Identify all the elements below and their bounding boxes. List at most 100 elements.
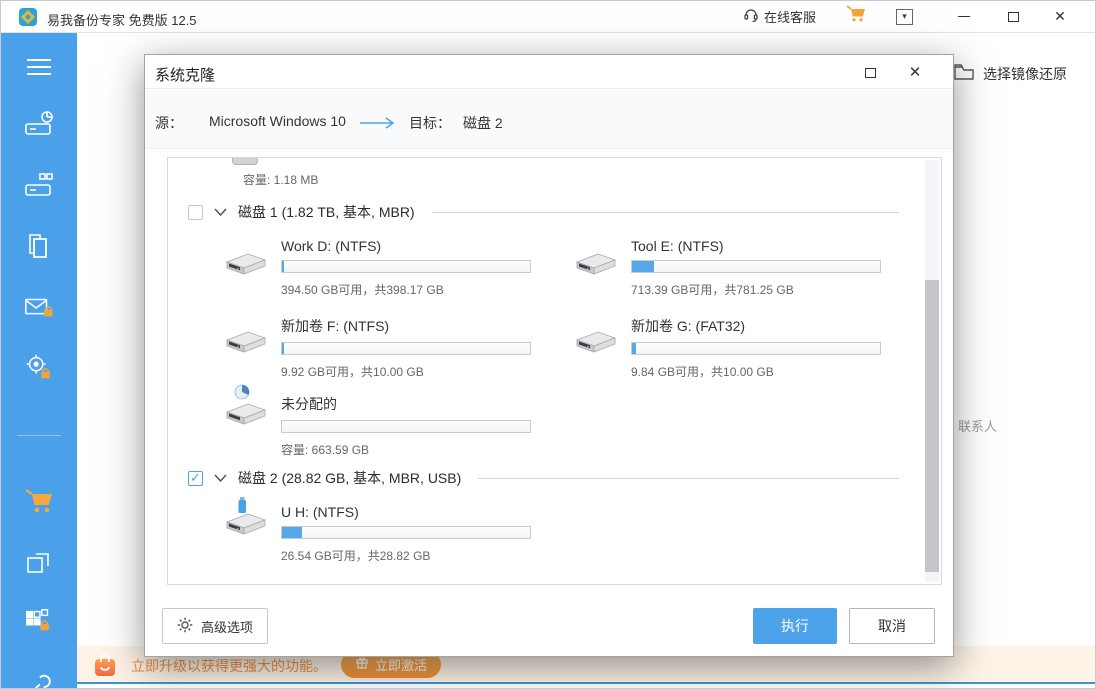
scrollbar-thumb[interactable] [925, 280, 939, 572]
volume-item: 新加卷 F: (NTFS) 9.92 GB可用，共10.00 GB [223, 316, 531, 380]
hard-drive-icon [573, 316, 619, 380]
target-label: 目标： [409, 113, 451, 133]
titlebar: 易我备份专家 免费版 12.5 在线客服 [1, 1, 1095, 33]
file-backup-icon[interactable] [23, 231, 55, 263]
disk-list: 容量: 1.18 MB ✓ 磁盘 1 (1.82 TB, 基本, MBR) [167, 157, 942, 585]
maximize-button[interactable] [998, 1, 1028, 32]
partial-volume-capacity: 容量: 1.18 MB [243, 171, 318, 188]
system-clone-dialog: 系统克隆 ✕ 源： Microsoft Windows 10 目标： 磁盘 2 … [144, 54, 954, 657]
contacts-label[interactable]: 联系人 [958, 416, 997, 435]
dialog-title: 系统克隆 [155, 64, 215, 85]
online-service-label: 在线客服 [764, 7, 816, 26]
tools-icon[interactable] [23, 671, 55, 689]
volume-item: Work D: (NTFS) 394.50 GB可用，共398.17 GB [223, 238, 531, 298]
volume-usage-bar [281, 260, 531, 273]
disk-backup-icon[interactable] [23, 170, 55, 202]
check-icon: ✓ [190, 470, 201, 486]
volume-info: 9.84 GB可用，共10.00 GB [631, 363, 881, 380]
close-icon: ✕ [1054, 8, 1066, 25]
folder-icon [953, 62, 975, 86]
disk-1-checkbox[interactable]: ✓ [188, 205, 203, 220]
minimize-icon [958, 16, 970, 17]
volume-usage-bar [631, 260, 881, 273]
select-image-restore-label: 选择镜像还原 [983, 64, 1067, 84]
close-icon: ✕ [909, 63, 922, 81]
disk-2-label: 磁盘 2 (28.82 GB, 基本, MBR, USB) [238, 468, 461, 488]
maximize-icon [1008, 12, 1019, 22]
unallocated-drive-icon [223, 384, 269, 458]
volume-usage-bar [631, 342, 881, 355]
chevron-down-icon[interactable] [214, 208, 227, 216]
volume-info: 9.92 GB可用，共10.00 GB [281, 363, 531, 380]
source-label: 源： [155, 113, 183, 133]
volume-info: 394.50 GB可用，共398.17 GB [281, 281, 531, 298]
maximize-icon [865, 68, 876, 78]
close-button[interactable]: ✕ [1045, 1, 1075, 32]
dialog-close-button[interactable]: ✕ [901, 61, 929, 83]
gear-icon [177, 617, 193, 636]
disk-1-label: 磁盘 1 (1.82 TB, 基本, MBR) [238, 202, 415, 222]
volume-usage-bar [281, 420, 531, 433]
headset-icon [743, 6, 759, 27]
cancel-button[interactable]: 取消 [849, 608, 935, 644]
volume-item: 未分配的 容量: 663.59 GB [223, 394, 531, 458]
minimize-button[interactable] [949, 1, 979, 32]
hard-drive-icon [573, 238, 619, 298]
divider [432, 212, 899, 213]
update-dropdown-button[interactable]: ▾ [896, 1, 913, 32]
select-image-restore[interactable]: 选择镜像还原 [953, 62, 1067, 86]
volume-item: Tool E: (NTFS) 713.39 GB可用，共781.25 GB [573, 238, 881, 298]
source-target-row: 源： Microsoft Windows 10 目标： 磁盘 2 [145, 90, 953, 149]
arrow-right-icon [359, 116, 399, 134]
sidebar-divider [17, 435, 61, 436]
activate-now-label: 立即激活 [375, 655, 427, 674]
store-button[interactable] [846, 1, 866, 32]
volume-name: 新加卷 F: (NTFS) [281, 316, 531, 336]
window-bottom-accent [1, 682, 1095, 684]
partial-drive-icon [232, 158, 258, 165]
advanced-options-label: 高级选项 [201, 617, 253, 636]
system-backup-icon[interactable] [23, 109, 55, 141]
volume-usage-bar [281, 342, 531, 355]
scrollbar[interactable] [925, 160, 939, 582]
mail-backup-locked-icon[interactable] [23, 291, 55, 323]
execute-button[interactable]: 执行 [753, 608, 837, 644]
disk-2-checkbox[interactable]: ✓ [188, 471, 203, 486]
hard-drive-icon [223, 316, 269, 380]
gift-icon [355, 656, 369, 673]
caret-down-icon: ▾ [896, 9, 913, 25]
clone-icon[interactable] [23, 547, 55, 579]
volume-info: 26.54 GB可用，共28.82 GB [281, 547, 531, 564]
smart-backup-locked-icon[interactable] [23, 351, 55, 383]
app-migration-locked-icon[interactable] [23, 605, 55, 637]
volume-name: Work D: (NTFS) [281, 238, 531, 254]
volume-usage-bar [281, 526, 531, 539]
application-window: 易我备份专家 免费版 12.5 在线客服 [0, 0, 1096, 689]
cart-icon [846, 5, 866, 28]
sidebar [1, 33, 77, 689]
dialog-maximize-button[interactable] [857, 63, 883, 83]
advanced-options-button[interactable]: 高级选项 [162, 608, 268, 644]
menu-icon[interactable] [23, 51, 55, 83]
volume-item: 新加卷 G: (FAT32) 9.84 GB可用，共10.00 GB [573, 316, 881, 380]
volume-name: U H: (NTFS) [281, 504, 531, 520]
upgrade-message: 立即升级以获得更强大的功能。 [131, 656, 327, 676]
volume-name: Tool E: (NTFS) [631, 238, 881, 254]
store-cart-icon[interactable] [23, 485, 55, 517]
app-logo-icon [19, 8, 37, 26]
volume-info: 713.39 GB可用，共781.25 GB [631, 281, 881, 298]
source-value: Microsoft Windows 10 [209, 113, 346, 129]
volume-name: 新加卷 G: (FAT32) [631, 316, 881, 336]
app-title: 易我备份专家 免费版 12.5 [47, 10, 197, 29]
target-value: 磁盘 2 [463, 113, 503, 133]
divider [478, 478, 899, 479]
online-service-button[interactable]: 在线客服 [743, 1, 816, 32]
volume-name: 未分配的 [281, 394, 531, 414]
disk-1-header: ✓ 磁盘 1 (1.82 TB, 基本, MBR) [188, 203, 899, 221]
chevron-down-icon[interactable] [214, 474, 227, 482]
usb-drive-icon [223, 494, 269, 564]
volume-info: 容量: 663.59 GB [281, 441, 531, 458]
shopping-bag-icon [93, 653, 117, 683]
disk-2-header: ✓ 磁盘 2 (28.82 GB, 基本, MBR, USB) [188, 469, 899, 487]
dialog-header: 系统克隆 ✕ [145, 55, 953, 89]
